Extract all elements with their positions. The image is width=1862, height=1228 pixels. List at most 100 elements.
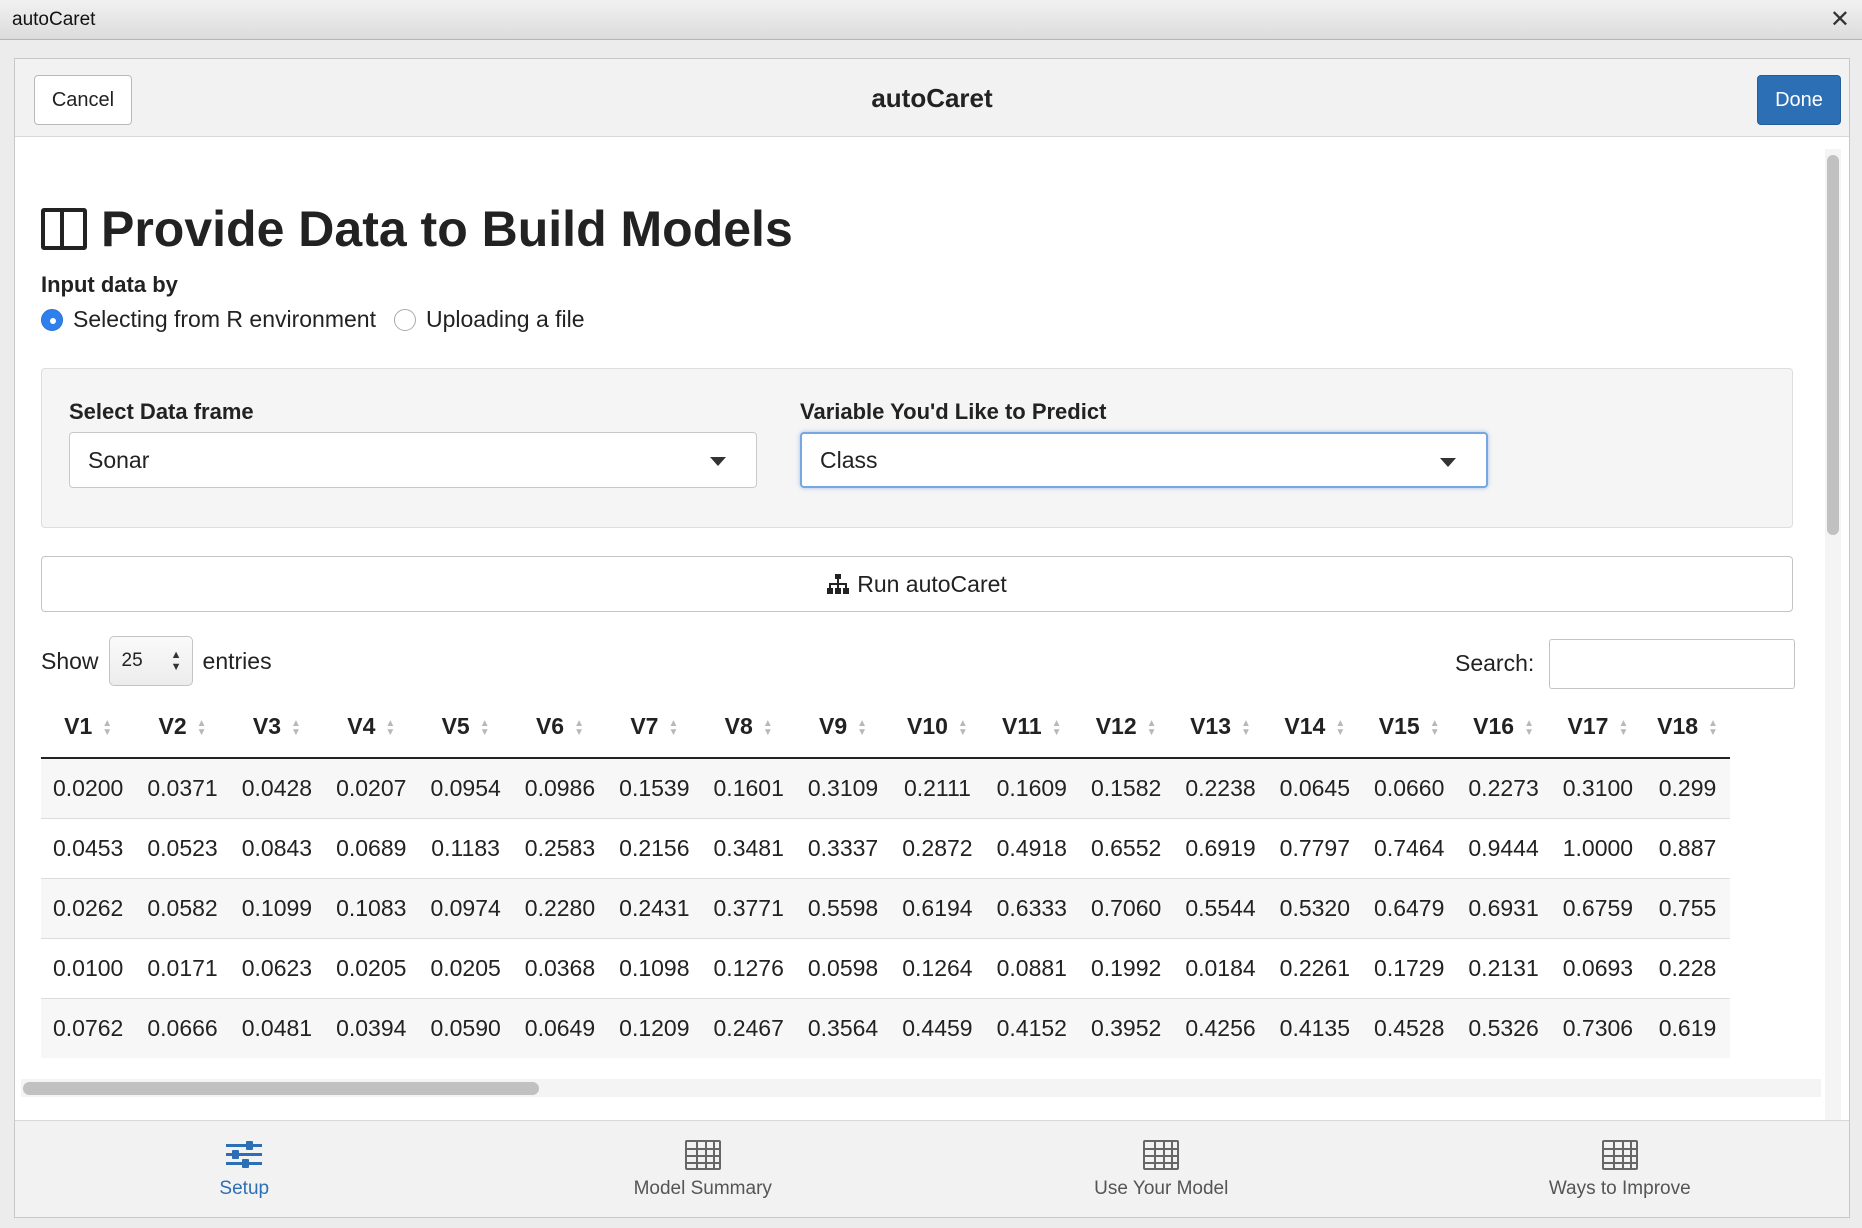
horizontal-scrollbar[interactable] bbox=[21, 1079, 1821, 1097]
table-row: 0.0200 0.0371 0.0428 0.0207 0.0954 0.0986 0.15… bbox=[41, 757, 1730, 818]
column-header-label: V10 bbox=[906, 713, 948, 739]
page-title: Provide Data to Build Models bbox=[41, 200, 793, 258]
radio-upload-file[interactable] bbox=[393, 308, 416, 331]
column-header-v6[interactable]: V6 ▲ ▼ bbox=[512, 696, 608, 759]
table-cell: 0.1083 bbox=[324, 877, 419, 938]
table-cell: 0.2872 bbox=[890, 817, 985, 878]
column-header-v16[interactable]: V16 ▲ ▼ bbox=[1456, 696, 1551, 759]
column-header-label: V11 bbox=[1001, 713, 1042, 739]
sort-icon: ▲ ▼ bbox=[1241, 717, 1251, 738]
column-header-label: V13 bbox=[1190, 713, 1231, 739]
column-header-v3[interactable]: V3 ▲ ▼ bbox=[229, 696, 325, 759]
table-cell: 0.755 bbox=[1645, 877, 1730, 938]
run-autocaret-label: Run autoCaret bbox=[857, 570, 1007, 597]
vertical-scrollbar[interactable] bbox=[1825, 149, 1841, 1179]
column-header-v10[interactable]: V10 ▲ ▼ bbox=[890, 696, 985, 759]
columns-icon bbox=[41, 208, 87, 250]
column-header-v9[interactable]: V9 ▲ ▼ bbox=[795, 696, 891, 759]
table-cell: 0.7797 bbox=[1267, 817, 1363, 878]
table-cell: 0.0598 bbox=[795, 937, 891, 998]
table-cell: 0.0582 bbox=[135, 877, 230, 938]
vertical-scroll-thumb[interactable] bbox=[1827, 155, 1839, 535]
tab-ways-to-improve[interactable]: Ways to Improve bbox=[1391, 1121, 1850, 1217]
column-header-label: V14 bbox=[1284, 713, 1326, 739]
column-header-v11[interactable]: V11 ▲ ▼ bbox=[984, 696, 1079, 759]
sitemap-icon bbox=[827, 574, 850, 594]
window-titlebar: autoCaret ✕ bbox=[0, 0, 1862, 40]
table-cell: 0.228 bbox=[1645, 937, 1730, 998]
column-header-v1[interactable]: V1 ▲ ▼ bbox=[41, 696, 136, 759]
column-header-v7[interactable]: V7 ▲ ▼ bbox=[607, 696, 702, 759]
table-cell: 0.3109 bbox=[795, 757, 891, 818]
column-header-v17[interactable]: V17 ▲ ▼ bbox=[1550, 696, 1646, 759]
radio-r-environment-label[interactable]: Selecting from R environment bbox=[73, 306, 376, 333]
table-cell: 0.2156 bbox=[607, 817, 702, 878]
entries-label: entries bbox=[202, 647, 272, 674]
table-cell: 0.3952 bbox=[1078, 997, 1174, 1058]
gadget-header: Cancel autoCaret Done bbox=[15, 59, 1849, 137]
run-autocaret-button[interactable]: Run autoCaret bbox=[41, 556, 1793, 612]
table-cell: 0.887 bbox=[1645, 817, 1730, 878]
column-header-v14[interactable]: V14 ▲ ▼ bbox=[1267, 696, 1363, 759]
page-length-select[interactable]: 25 ▲ ▼ bbox=[108, 636, 193, 686]
sort-icon: ▲ ▼ bbox=[574, 717, 584, 738]
gadget-tabbar: Setup Model Summary Use Your Model Ways … bbox=[15, 1120, 1850, 1217]
table-cell: 0.6919 bbox=[1173, 817, 1268, 878]
table-cell: 0.3337 bbox=[795, 817, 891, 878]
column-header-v12[interactable]: V12 ▲ ▼ bbox=[1078, 696, 1174, 759]
tab-model-summary-label: Model Summary bbox=[633, 1178, 772, 1199]
table-cell: 0.7060 bbox=[1078, 877, 1174, 938]
column-header-label: V8 bbox=[724, 713, 753, 739]
table-cell: 0.1098 bbox=[607, 937, 702, 998]
sliders-icon bbox=[226, 1140, 263, 1170]
radio-r-environment[interactable] bbox=[41, 308, 63, 331]
table-cell: 0.0762 bbox=[41, 997, 136, 1058]
table-cell: 0.4459 bbox=[890, 997, 985, 1058]
column-header-v18[interactable]: V18 ▲ ▼ bbox=[1645, 696, 1730, 759]
column-header-label: V2 bbox=[158, 713, 187, 739]
column-header-v15[interactable]: V15 ▲ ▼ bbox=[1362, 696, 1457, 759]
table-body: 0.0200 0.0371 0.0428 0.0207 0.0954 0.0986 0.15… bbox=[41, 757, 1730, 1058]
table-cell: 0.0481 bbox=[229, 997, 325, 1058]
sort-icon: ▲ ▼ bbox=[762, 717, 773, 738]
sort-icon: ▲ ▼ bbox=[1335, 717, 1346, 738]
close-icon[interactable]: ✕ bbox=[1830, 5, 1850, 34]
table-cell: 0.2131 bbox=[1456, 937, 1551, 998]
table-cell: 0.5326 bbox=[1456, 997, 1551, 1058]
table-cell: 0.0689 bbox=[324, 817, 419, 878]
table-cell: 0.619 bbox=[1645, 997, 1730, 1058]
predict-variable-select[interactable]: Class bbox=[800, 432, 1488, 488]
table-cell: 0.3564 bbox=[795, 997, 891, 1058]
tab-setup[interactable]: Setup bbox=[15, 1121, 474, 1217]
tab-model-summary[interactable]: Model Summary bbox=[474, 1121, 933, 1217]
table-length-control: Show 25 ▲ ▼ entries bbox=[41, 636, 272, 686]
table-cell: 0.1992 bbox=[1078, 937, 1174, 998]
table-cell: 0.0954 bbox=[418, 757, 513, 818]
predict-variable-label: Variable You'd Like to Predict bbox=[800, 399, 1107, 424]
search-input[interactable] bbox=[1549, 639, 1795, 689]
table-cell: 0.0986 bbox=[512, 757, 608, 818]
column-header-label: V6 bbox=[535, 713, 565, 739]
radio-upload-file-label[interactable]: Uploading a file bbox=[426, 306, 585, 333]
table-cell: 0.1609 bbox=[984, 757, 1079, 818]
table-row: 0.0762 0.0666 0.0481 0.0394 0.0590 0.0649 0.12… bbox=[41, 997, 1730, 1058]
column-header-v8[interactable]: V8 ▲ ▼ bbox=[701, 696, 796, 759]
data-frame-select[interactable]: Sonar bbox=[69, 432, 757, 488]
column-header-v4[interactable]: V4 ▲ ▼ bbox=[324, 696, 419, 759]
data-table: V1 ▲ ▼ V2 ▲ ▼ V3 ▲ ▼ V4 ▲ ▼ V5 ▲ ▼ V6 ▲ ▼ V7 ▲ ▼ V8 ▲ ▼ V9 ▲ ▼ V10 ▲… bbox=[41, 696, 1730, 1058]
column-header-v2[interactable]: V2 ▲ ▼ bbox=[135, 696, 230, 759]
table-cell: 0.0200 bbox=[41, 757, 136, 818]
table-row: 0.0262 0.0582 0.1099 0.1083 0.0974 0.2280 0.24… bbox=[41, 877, 1730, 938]
column-header-v5[interactable]: V5 ▲ ▼ bbox=[418, 696, 513, 759]
sort-icon: ▲ ▼ bbox=[1146, 717, 1157, 738]
tab-use-your-model[interactable]: Use Your Model bbox=[932, 1121, 1391, 1217]
column-header-label: V4 bbox=[347, 713, 376, 739]
done-button[interactable]: Done bbox=[1757, 75, 1841, 125]
table-cell: 0.0205 bbox=[324, 937, 419, 998]
column-header-v13[interactable]: V13 ▲ ▼ bbox=[1173, 696, 1268, 759]
horizontal-scroll-thumb[interactable] bbox=[23, 1082, 539, 1095]
column-header-label: V16 bbox=[1473, 713, 1515, 739]
table-cell: 0.3481 bbox=[701, 817, 796, 878]
table-cell: 0.0693 bbox=[1550, 937, 1646, 998]
table-cell: 0.0205 bbox=[418, 937, 513, 998]
